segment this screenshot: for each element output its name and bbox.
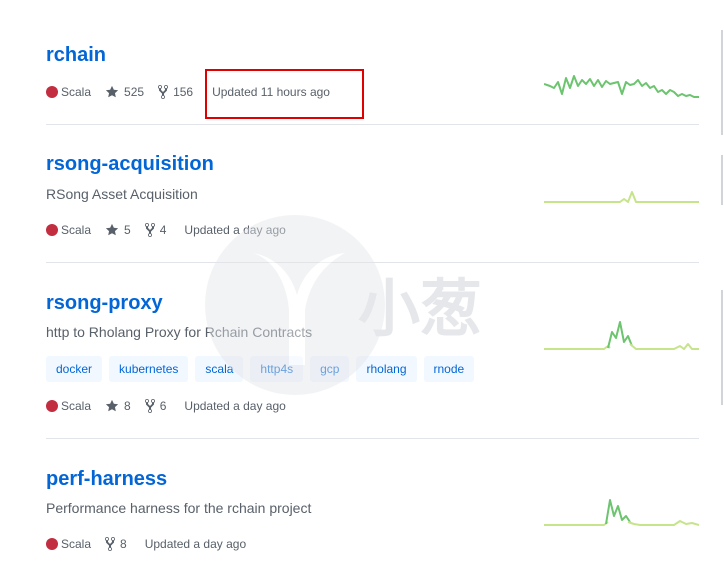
repo-meta: Scala 8 Updated a day ago (46, 536, 246, 552)
repo-meta: Scala 8 6 Updated a day ago (46, 398, 286, 414)
scroll-edge-line (721, 155, 723, 205)
language-label: Scala (61, 223, 92, 237)
forks-count: 4 (159, 223, 167, 237)
fork-icon (105, 536, 116, 552)
forks-link[interactable]: 4 (144, 222, 167, 238)
stars-link[interactable]: 5 (105, 223, 131, 237)
language-indicator: Scala (46, 85, 91, 99)
activity-sparkline (544, 191, 699, 203)
updated-time: Updated a day ago (184, 223, 286, 237)
repo-name-link[interactable]: rsong-acquisition (46, 153, 214, 176)
fork-icon (158, 84, 169, 100)
topic-tag-rholang[interactable]: rholang (356, 356, 417, 382)
star-icon (105, 399, 119, 412)
topic-tag-scala[interactable]: scala (195, 356, 244, 382)
scroll-edge-line (721, 30, 723, 135)
language-indicator: Scala (46, 537, 91, 551)
language-label: Scala (61, 537, 92, 551)
language-indicator: Scala (46, 399, 91, 413)
language-color-dot (46, 538, 58, 550)
stars-count: 8 (124, 399, 131, 413)
forks-count: 8 (120, 537, 127, 551)
forks-count: 6 (159, 399, 167, 413)
topic-tag-kubernetes[interactable]: kubernetes (109, 356, 189, 382)
star-icon (105, 223, 119, 236)
forks-count: 156 (173, 85, 194, 99)
stars-link[interactable]: 8 (105, 399, 131, 413)
forks-link[interactable]: 156 (158, 84, 193, 100)
highlight-annotation-box (205, 69, 364, 119)
repo-name-link[interactable]: rsong-proxy (46, 292, 163, 315)
repo-name-link[interactable]: perf-harness (46, 468, 167, 491)
language-label: Scala (61, 399, 92, 413)
language-indicator: Scala (46, 223, 91, 237)
language-color-dot (46, 400, 58, 412)
updated-time: Updated a day ago (184, 399, 286, 413)
activity-sparkline (544, 321, 699, 350)
repo-description: Performance harness for the rchain proje… (46, 500, 312, 516)
topic-tag-http4s[interactable]: http4s (250, 356, 304, 382)
language-color-dot (46, 224, 58, 236)
topic-tag-gcp[interactable]: gcp (310, 356, 350, 382)
star-icon (105, 85, 119, 98)
fork-icon (144, 222, 155, 238)
repo-meta: Scala 5 4 Updated a day ago (46, 222, 286, 238)
scroll-edge-line (721, 290, 723, 405)
repo-description: http to Rholang Proxy for Rchain Contrac… (46, 324, 313, 340)
stars-count: 525 (124, 85, 145, 99)
repository-list: rchain Scala 525 156 Updated 11 hours ag… (0, 0, 724, 570)
activity-sparkline (544, 499, 699, 526)
repo-name-link[interactable]: rchain (46, 44, 106, 67)
activity-sparkline (544, 75, 699, 98)
stars-count: 5 (124, 223, 131, 237)
language-label: Scala (61, 85, 92, 99)
topic-tag-rnode[interactable]: rnode (423, 356, 475, 382)
topic-tags: docker kubernetes scala http4s gcp rhola… (46, 356, 475, 382)
repo-description: RSong Asset Acquisition (46, 186, 198, 202)
stars-link[interactable]: 525 (105, 85, 144, 99)
forks-link[interactable]: 6 (144, 398, 167, 414)
updated-time: Updated a day ago (144, 537, 247, 551)
language-color-dot (46, 86, 58, 98)
topic-tag-docker[interactable]: docker (46, 356, 103, 382)
fork-icon (144, 398, 155, 414)
forks-link[interactable]: 8 (105, 536, 127, 552)
